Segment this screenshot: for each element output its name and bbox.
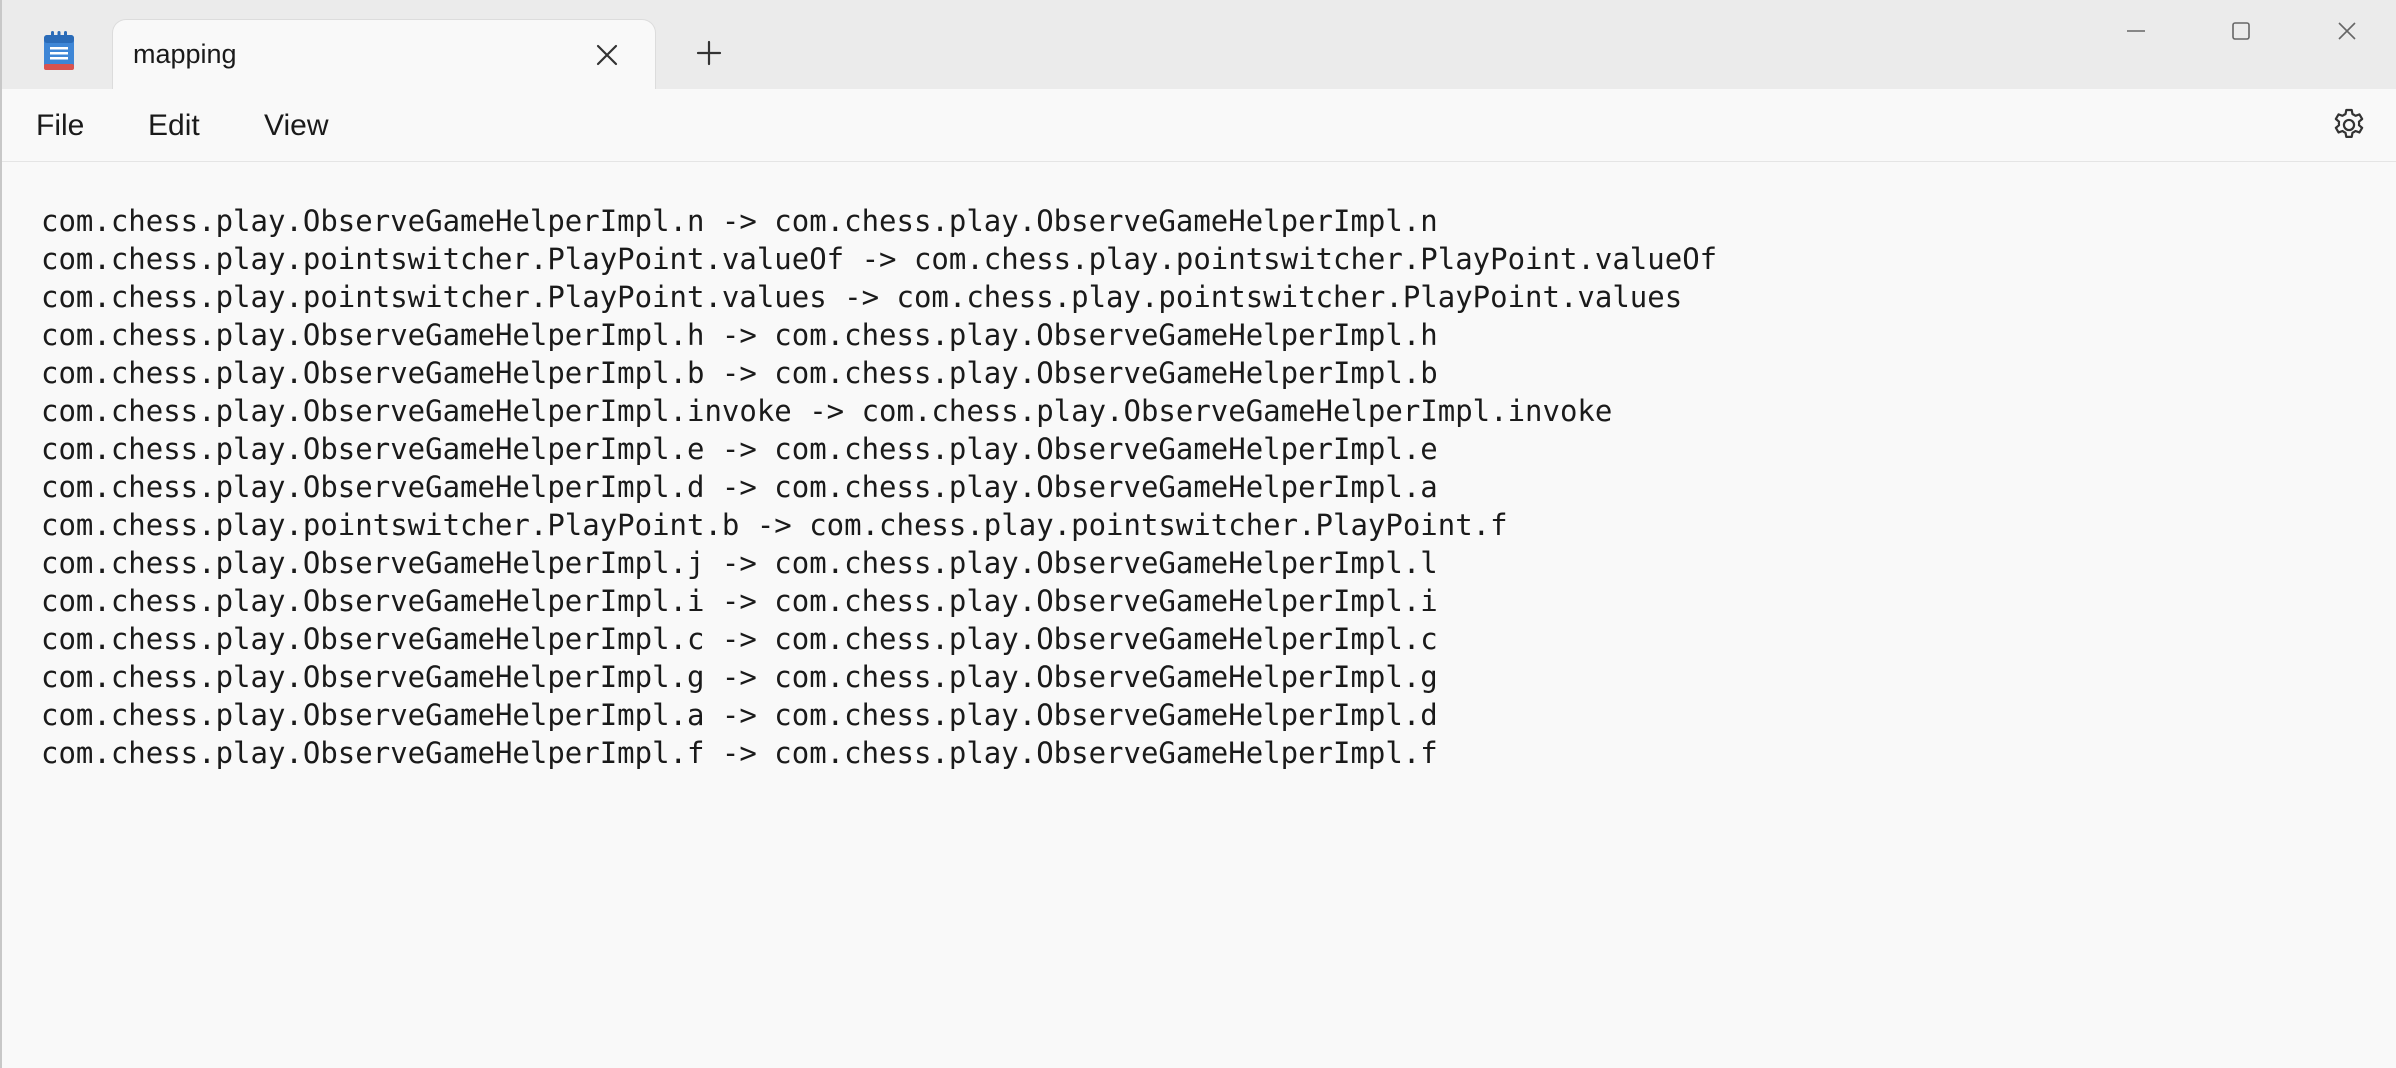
text-line: com.chess.play.ObserveGameHelperImpl.h -… xyxy=(41,318,1438,352)
maximize-icon[interactable] xyxy=(2226,16,2256,46)
text-line: com.chess.play.pointswitcher.PlayPoint.b… xyxy=(41,508,1508,542)
text-line: com.chess.play.ObserveGameHelperImpl.f -… xyxy=(41,736,1438,770)
text-line: com.chess.play.ObserveGameHelperImpl.c -… xyxy=(41,622,1438,656)
text-line: com.chess.play.ObserveGameHelperImpl.e -… xyxy=(41,432,1438,466)
text-line: com.chess.play.pointswitcher.PlayPoint.v… xyxy=(41,242,1718,276)
gear-icon[interactable] xyxy=(2330,106,2368,144)
close-icon[interactable] xyxy=(2332,16,2362,46)
text-editor[interactable]: com.chess.play.ObserveGameHelperImpl.n -… xyxy=(2,162,2396,1068)
plus-icon[interactable] xyxy=(694,38,724,68)
menu-file[interactable]: File xyxy=(36,109,84,143)
text-line: com.chess.play.ObserveGameHelperImpl.j -… xyxy=(41,546,1438,580)
text-line: com.chess.play.ObserveGameHelperImpl.d -… xyxy=(41,470,1438,504)
editor-lines: com.chess.play.ObserveGameHelperImpl.n -… xyxy=(41,202,1717,772)
text-line: com.chess.play.ObserveGameHelperImpl.i -… xyxy=(41,584,1438,618)
notepad-icon xyxy=(44,31,74,70)
notepad-window: mapping File Edit View com.chess.play.Ob… xyxy=(0,0,2396,1068)
title-bar[interactable]: mapping xyxy=(2,0,2396,90)
tab-title: mapping xyxy=(133,39,237,69)
text-line: com.chess.play.pointswitcher.PlayPoint.v… xyxy=(41,280,1683,314)
menu-bar: File Edit View xyxy=(2,89,2396,162)
text-line: com.chess.play.ObserveGameHelperImpl.a -… xyxy=(41,698,1438,732)
minimize-icon[interactable] xyxy=(2121,16,2151,46)
menu-view[interactable]: View xyxy=(264,109,328,143)
text-line: com.chess.play.ObserveGameHelperImpl.n -… xyxy=(41,204,1438,238)
text-line: com.chess.play.ObserveGameHelperImpl.inv… xyxy=(41,394,1613,428)
tab-mapping[interactable]: mapping xyxy=(112,19,656,90)
text-line: com.chess.play.ObserveGameHelperImpl.b -… xyxy=(41,356,1438,390)
menu-edit[interactable]: Edit xyxy=(148,109,200,143)
close-icon[interactable] xyxy=(593,41,621,69)
text-line: com.chess.play.ObserveGameHelperImpl.g -… xyxy=(41,660,1438,694)
